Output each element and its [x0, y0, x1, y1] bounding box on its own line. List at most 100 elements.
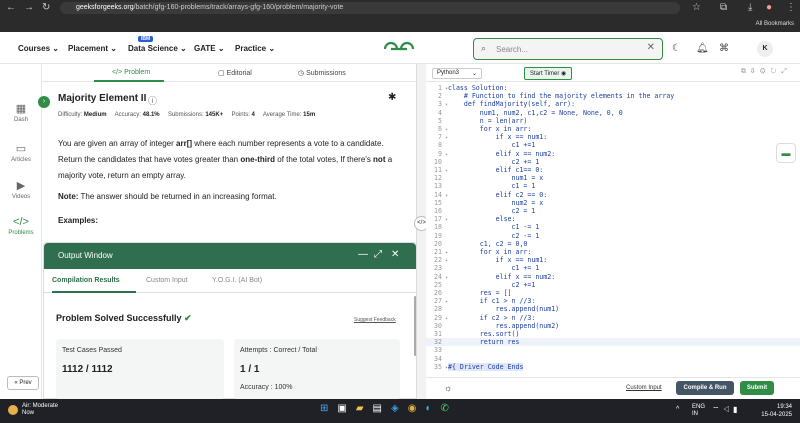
code-line[interactable]: 7 ▾ if x == num1:: [426, 133, 800, 141]
code-line[interactable]: 35 ▾#{ Driver Code Ends: [426, 362, 800, 371]
clock[interactable]: 19:34 15-04-2025: [756, 403, 792, 419]
tab-submissions[interactable]: ◷ Submissions: [298, 69, 346, 77]
panel-splitter[interactable]: </>: [414, 64, 429, 399]
code-line[interactable]: 5 n = len(arr): [426, 117, 800, 125]
code-line[interactable]: 30 res.append(num2): [426, 322, 800, 330]
windows-start-icon[interactable]: ⊞: [320, 403, 337, 414]
language-indicator[interactable]: ENG IN: [692, 404, 705, 418]
minimize-icon[interactable]: —: [358, 249, 368, 260]
suggest-feedback-link[interactable]: Suggest Feedback: [354, 317, 396, 323]
forward-icon[interactable]: →: [24, 2, 34, 13]
code-line[interactable]: 21 ▾ for x in arr:: [426, 248, 800, 256]
code-line[interactable]: 4 num1, num2, c1,c2 = None, None, 0, 0: [426, 109, 800, 117]
tab-custom-input[interactable]: Custom Input: [146, 277, 188, 284]
tab-yogi-ai-bot[interactable]: Y.O.G.I. (AI Bot): [212, 277, 262, 284]
avatar[interactable]: K: [757, 41, 773, 57]
star-icon[interactable]: ☆: [692, 2, 701, 13]
expand-icon[interactable]: ⤢: [374, 249, 382, 260]
code-line[interactable]: 18 c1 -= 1: [426, 223, 800, 231]
tab-editorial[interactable]: ▢ Editorial: [218, 69, 252, 77]
code-line[interactable]: 14 ▾ elif c2 == 0:: [426, 191, 800, 199]
all-bookmarks[interactable]: All Bookmarks: [756, 21, 794, 27]
code-line[interactable]: 3 ▾ def findMajority(self, arr):: [426, 100, 800, 108]
code-line[interactable]: 28 res.append(num1): [426, 305, 800, 313]
sidebar-item-articles[interactable]: ▭ Articles: [0, 142, 42, 163]
sidebar-item-dash[interactable]: ▦ Dash: [0, 102, 42, 123]
close-output-icon[interactable]: ✕: [391, 249, 399, 260]
code-line[interactable]: 19 c2 -= 1: [426, 232, 800, 240]
menu-icon[interactable]: ⋮: [786, 2, 796, 13]
submit-button[interactable]: Submit: [740, 381, 774, 395]
code-line[interactable]: 6 ▾ for x in arr:: [426, 125, 800, 133]
extensions-icon[interactable]: ⧉: [720, 2, 727, 13]
code-line[interactable]: 12 num1 = x: [426, 174, 800, 182]
code-line[interactable]: 15 num2 = x: [426, 199, 800, 207]
file-explorer-icon[interactable]: ▰: [356, 403, 373, 414]
translate-icon[interactable]: ⌘: [719, 43, 729, 54]
line-number: 33: [434, 346, 442, 355]
bell-icon[interactable]: 🔔︎: [696, 43, 709, 54]
menu-data-science[interactable]: Data Science ⌄: [128, 44, 187, 53]
code-line[interactable]: 8 c1 +=1: [426, 141, 800, 149]
code-line[interactable]: 27 ▾ if c1 > n //3:: [426, 297, 800, 305]
task-view-icon[interactable]: ▣: [337, 403, 355, 414]
tab-problem[interactable]: </> Problem: [112, 69, 150, 76]
chrome-icon[interactable]: ◉: [408, 403, 426, 414]
menu-practice[interactable]: Practice ⌄: [235, 44, 275, 53]
code-line[interactable]: 24 ▾ elif x == num2:: [426, 273, 800, 281]
code-line[interactable]: 11 ▾ elif c1== 0:: [426, 166, 800, 174]
code-line[interactable]: 25 c2 +=1: [426, 281, 800, 289]
code-line[interactable]: 32 return res: [426, 338, 800, 347]
download-icon[interactable]: ⤓: [748, 2, 752, 13]
profile-icon[interactable]: ●: [766, 2, 772, 13]
code-line[interactable]: 1 ▾class Solution:: [426, 84, 800, 92]
close-icon[interactable]: ✕: [647, 42, 655, 53]
weather-widget[interactable]: Air: Moderate Now: [8, 403, 58, 417]
sidebar-item-problems[interactable]: </> Problems: [0, 216, 42, 236]
menu-gate[interactable]: GATE ⌄: [194, 44, 225, 53]
prev-button[interactable]: « Prev: [7, 376, 39, 390]
info-icon[interactable]: ⓘ: [148, 94, 157, 107]
vscode-icon[interactable]: ◈: [391, 403, 408, 414]
language-select[interactable]: Python3 ⌄: [432, 68, 482, 79]
code-line[interactable]: 22 ▾ if x == num1:: [426, 256, 800, 264]
menu-placement[interactable]: Placement ⌄: [68, 44, 117, 53]
code-line[interactable]: 20 c1, c2 = 0,0: [426, 240, 800, 248]
gfg-logo[interactable]: [382, 40, 416, 58]
menu-courses[interactable]: Courses ⌄: [18, 44, 59, 53]
tab-compilation-results[interactable]: Compilation Results: [52, 277, 120, 284]
search-input[interactable]: ⌕ Search... ✕: [473, 38, 663, 60]
reload-icon[interactable]: ↻: [42, 2, 50, 13]
code-line[interactable]: 31 res.sort(): [426, 330, 800, 338]
terminal-icon[interactable]: ▤: [373, 403, 391, 414]
edge-icon[interactable]: ◐: [425, 403, 440, 414]
sidebar-item-videos[interactable]: ▶ Videos: [0, 179, 42, 200]
code-area[interactable]: 1 ▾class Solution: 2 # Function to find t…: [426, 84, 800, 374]
code-line[interactable]: 13 c1 = 1: [426, 182, 800, 190]
code-line[interactable]: 17 ▾ else:: [426, 215, 800, 223]
code-text: n = len(arr): [448, 116, 528, 125]
code-line[interactable]: 9 ▾ elif x == num2:: [426, 150, 800, 158]
start-timer-button[interactable]: Start Timer ◉: [524, 67, 573, 80]
system-tray-icons[interactable]: ⌔◁▮: [712, 405, 740, 415]
theme-toggle-icon[interactable]: ☾: [672, 43, 681, 54]
custom-input-link[interactable]: Custom Input: [626, 385, 662, 391]
theme-sun-icon[interactable]: ☼: [444, 383, 452, 393]
compile-run-button[interactable]: Compile & Run: [676, 381, 734, 395]
chat-icon[interactable]: ▬: [776, 143, 796, 163]
chevron-up-icon[interactable]: ^: [676, 406, 679, 413]
code-line[interactable]: 33: [426, 346, 800, 354]
back-icon[interactable]: ←: [6, 2, 16, 13]
code-line[interactable]: 23 c1 += 1: [426, 264, 800, 272]
bug-report-icon[interactable]: ✱: [388, 92, 396, 103]
editor-tool-icons[interactable]: ⧉⇩⚙↻⤢: [741, 68, 792, 76]
code-line[interactable]: 29 ▾ if c2 > n //3:: [426, 314, 800, 322]
url-host: geeksforgeeks.org: [76, 4, 134, 11]
address-bar[interactable]: geeksforgeeks.org/batch/gfg-160-problems…: [60, 2, 680, 14]
code-line[interactable]: 10 c2 += 1: [426, 158, 800, 166]
code-line[interactable]: 2 # Function to find the majority elemen…: [426, 92, 800, 100]
whatsapp-icon[interactable]: ✆: [440, 403, 457, 414]
code-line[interactable]: 34: [426, 355, 800, 363]
code-line[interactable]: 16 c2 = 1: [426, 207, 800, 215]
code-line[interactable]: 26 res = []: [426, 289, 800, 297]
